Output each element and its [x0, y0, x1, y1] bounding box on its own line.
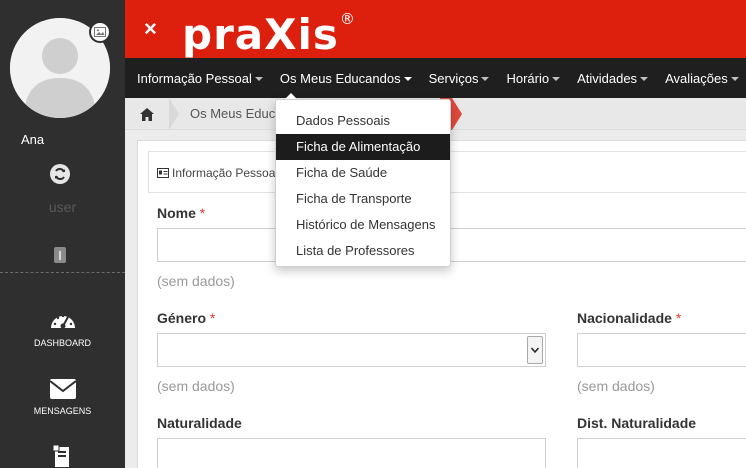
- envelope-icon: [48, 379, 77, 399]
- nome-hint: (sem dados): [157, 273, 235, 289]
- panel-title: Informação Pessoal: [157, 166, 278, 180]
- panel-title-text: Informação Pessoal: [172, 166, 279, 180]
- menu-item-ficha-transporte[interactable]: Ficha de Transporte: [276, 186, 450, 212]
- id-card-icon: [157, 168, 169, 178]
- menu-item-historico-mensagens[interactable]: Histórico de Mensagens: [276, 212, 450, 238]
- status-indicator: [54, 247, 66, 263]
- sidebar: Ana user DASHBOARD MENSAGENS: [0, 0, 125, 468]
- caret-down-icon: [730, 77, 739, 82]
- edit-photo-button[interactable]: [89, 21, 111, 43]
- dist-naturalidade-input[interactable]: [577, 438, 746, 468]
- close-button[interactable]: ×: [144, 16, 157, 42]
- registered-mark: ®: [339, 10, 356, 28]
- required-mark: *: [199, 205, 206, 221]
- nav-atividades[interactable]: Atividades: [577, 70, 649, 86]
- image-icon: [94, 27, 106, 37]
- menu-item-ficha-alimentacao[interactable]: Ficha de Alimentação: [276, 134, 450, 160]
- genero-label: Género *: [157, 310, 215, 326]
- home-icon: [140, 107, 154, 121]
- nav-label: Informação Pessoal: [137, 70, 252, 86]
- nacionalidade-label: Nacionalidade *: [577, 310, 681, 326]
- educandos-dropdown-menu: Dados Pessoais Ficha de Alimentação Fich…: [275, 99, 451, 267]
- breadcrumb-separator: [169, 98, 179, 130]
- nav-os-meus-educandos[interactable]: Os Meus Educandos: [280, 71, 412, 86]
- nacionalidade-label-text: Nacionalidade: [577, 310, 672, 326]
- nacionalidade-hint: (sem dados): [577, 378, 655, 394]
- sidebar-item-mensagens[interactable]: MENSAGENS: [0, 378, 125, 416]
- nav-informacao-pessoal[interactable]: Informação Pessoal: [137, 71, 263, 86]
- dashboard-gauge-icon: [50, 314, 75, 329]
- select-arrow[interactable]: [527, 336, 543, 364]
- caret-down-icon: [481, 77, 490, 82]
- genero-select[interactable]: [157, 333, 546, 367]
- naturalidade-label: Naturalidade: [157, 415, 242, 431]
- nav-avaliacoes[interactable]: Avaliações: [665, 71, 739, 86]
- nacionalidade-input[interactable]: [577, 333, 746, 367]
- caret-down-icon: [640, 77, 649, 82]
- caret-down-icon: [254, 77, 263, 82]
- required-mark: *: [209, 310, 216, 326]
- required-mark: *: [675, 310, 682, 326]
- documents-icon: [52, 445, 69, 467]
- menu-item-lista-professores[interactable]: Lista de Professores: [276, 238, 450, 264]
- nome-input[interactable]: [157, 228, 746, 262]
- main-nav: Informação Pessoal Os Meus Educandos Ser…: [125, 58, 746, 98]
- chevron-down-icon: [531, 347, 539, 353]
- breadcrumb-home[interactable]: [125, 98, 169, 130]
- refresh-icon[interactable]: [50, 164, 70, 184]
- nav-label: Atividades: [577, 70, 638, 86]
- logo-text: praXis: [182, 10, 339, 59]
- caret-down-icon: [552, 77, 561, 82]
- nome-label: Nome *: [157, 205, 205, 221]
- sidebar-item-documents[interactable]: [0, 445, 125, 468]
- genero-label-text: Género: [157, 310, 207, 326]
- sidebar-item-dashboard[interactable]: DASHBOARD: [0, 308, 125, 348]
- dropdown-pointer: [285, 93, 297, 99]
- nav-label: Horário: [506, 70, 550, 86]
- nome-label-text: Nome: [157, 205, 196, 221]
- naturalidade-input[interactable]: [157, 438, 546, 468]
- genero-hint: (sem dados): [157, 378, 235, 394]
- dist-naturalidade-label: Dist. Naturalidade: [577, 415, 697, 431]
- menu-item-ficha-saude[interactable]: Ficha de Saúde: [276, 160, 450, 186]
- nav-label: Avaliações: [665, 70, 728, 86]
- sidebar-item-label: DASHBOARD: [33, 338, 91, 348]
- sidebar-item-label: MENSAGENS: [33, 406, 92, 416]
- user-role: user: [48, 199, 77, 215]
- header-bar: × praXis®: [125, 0, 746, 60]
- username: Ana: [21, 132, 45, 147]
- nav-servicos[interactable]: Serviços: [429, 71, 490, 86]
- nav-label: Serviços: [428, 70, 479, 86]
- menu-item-dados-pessoais[interactable]: Dados Pessoais: [276, 108, 450, 134]
- nav-horario[interactable]: Horário: [506, 70, 561, 86]
- nav-label: Os Meus Educandos: [279, 70, 401, 86]
- caret-down-icon: [403, 77, 412, 82]
- brand-logo[interactable]: praXis®: [182, 4, 356, 60]
- sidebar-divider: [0, 272, 125, 273]
